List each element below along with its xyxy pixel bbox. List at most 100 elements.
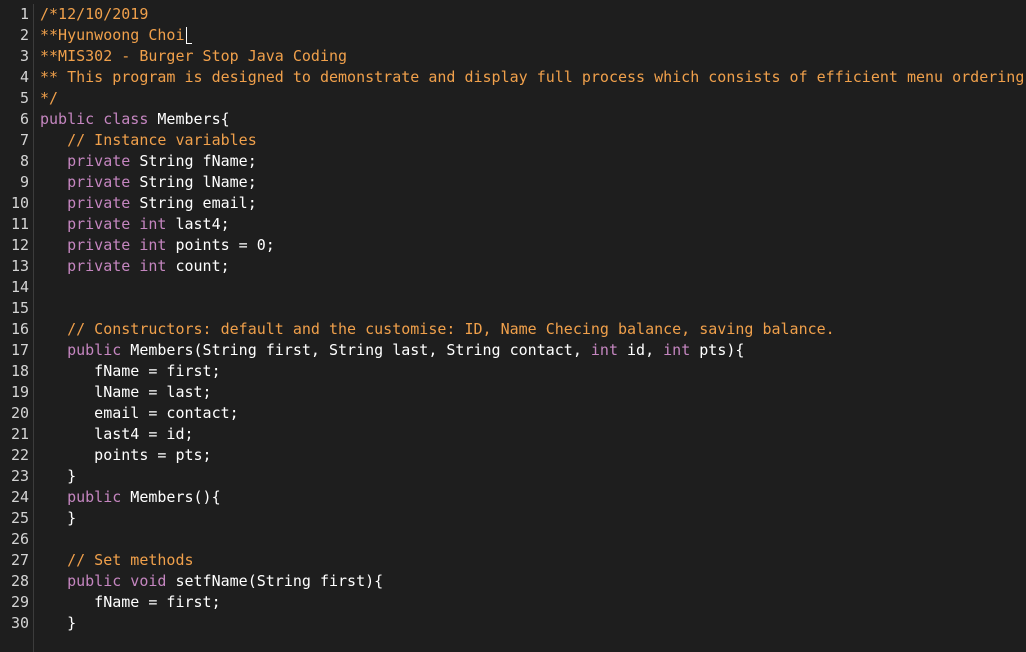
code-line[interactable]: fName = first; bbox=[40, 592, 1026, 613]
code-line[interactable]: public Members(String first, String last… bbox=[40, 340, 1026, 361]
code-text: points = pts; bbox=[40, 446, 212, 464]
code-text: setfName(String first){ bbox=[166, 572, 384, 590]
code-line[interactable] bbox=[40, 529, 1026, 550]
line-number-gutter: 1 2 3 4 5 6 7 8 9 10 11 12 13 14 15 16 17 18 19 20 21 22 23 24 2… bbox=[0, 4, 34, 652]
code-keyword: public bbox=[67, 341, 122, 359]
code-line[interactable]: email = contact; bbox=[40, 403, 1026, 424]
line-number: 26 bbox=[10, 530, 29, 548]
code-keyword: private bbox=[67, 152, 131, 170]
code-line[interactable]: **Hyunwoong Choi bbox=[40, 25, 1026, 46]
code-line[interactable]: // Instance variables bbox=[40, 130, 1026, 151]
code-line[interactable]: public class Members{ bbox=[40, 109, 1026, 130]
code-line[interactable]: // Constructors: default and the customi… bbox=[40, 319, 1026, 340]
code-comment: **Hyunwoong Choi bbox=[40, 26, 185, 44]
line-number: 25 bbox=[10, 509, 29, 527]
code-line[interactable]: private String lName; bbox=[40, 172, 1026, 193]
code-line[interactable]: private String email; bbox=[40, 193, 1026, 214]
code-text: Members{ bbox=[148, 110, 230, 128]
line-number: 5 bbox=[19, 89, 29, 107]
code-line[interactable]: **MIS302 - Burger Stop Java Coding bbox=[40, 46, 1026, 67]
line-number: 1 bbox=[19, 5, 29, 23]
code-keyword: private int bbox=[67, 257, 167, 275]
code-text: count; bbox=[166, 257, 230, 275]
code-text: last4 = id; bbox=[40, 425, 194, 443]
code-comment: **MIS302 - Burger Stop Java Coding bbox=[40, 47, 348, 65]
code-keyword: private int bbox=[67, 215, 167, 233]
code-text: fName = first; bbox=[40, 362, 221, 380]
code-line[interactable]: } bbox=[40, 613, 1026, 634]
code-area[interactable]: /*12/10/2019 **Hyunwoong Choi **MIS302 - B… bbox=[40, 4, 1026, 634]
code-line[interactable]: private int count; bbox=[40, 256, 1026, 277]
text-cursor bbox=[185, 27, 192, 44]
code-text: pts){ bbox=[690, 341, 745, 359]
code-text: Members(){ bbox=[121, 488, 221, 506]
code-text: id, bbox=[617, 341, 664, 359]
line-number: 19 bbox=[10, 383, 29, 401]
line-number: 4 bbox=[19, 68, 29, 86]
code-text: String fName; bbox=[130, 152, 257, 170]
code-line[interactable]: last4 = id; bbox=[40, 424, 1026, 445]
line-number: 23 bbox=[10, 467, 29, 485]
code-text: last4; bbox=[166, 215, 230, 233]
code-line[interactable]: // Set methods bbox=[40, 550, 1026, 571]
code-text: String email; bbox=[130, 194, 257, 212]
line-number: 2 bbox=[19, 26, 29, 44]
code-text: points = 0; bbox=[166, 236, 275, 254]
line-number: 11 bbox=[10, 215, 29, 233]
code-comment: */ bbox=[40, 89, 59, 107]
code-comment: // Instance variables bbox=[67, 131, 257, 149]
line-number: 28 bbox=[10, 572, 29, 590]
code-keyword: int bbox=[590, 341, 618, 359]
code-line[interactable] bbox=[40, 277, 1026, 298]
code-text: } bbox=[40, 467, 77, 485]
code-line[interactable]: ** This program is designed to demonstra… bbox=[40, 67, 1026, 88]
code-keyword: public bbox=[67, 488, 122, 506]
code-line[interactable]: private int last4; bbox=[40, 214, 1026, 235]
code-line[interactable]: public Members(){ bbox=[40, 487, 1026, 508]
code-comment: ** This program is designed to demonstra… bbox=[40, 68, 1025, 86]
code-keyword: private bbox=[67, 194, 131, 212]
code-line[interactable]: } bbox=[40, 508, 1026, 529]
line-number: 21 bbox=[10, 425, 29, 443]
code-line[interactable]: private String fName; bbox=[40, 151, 1026, 172]
code-line[interactable]: private int points = 0; bbox=[40, 235, 1026, 256]
code-text: Members(String first, String last, Strin… bbox=[121, 341, 591, 359]
code-keyword: private int bbox=[67, 236, 167, 254]
code-text: String lName; bbox=[130, 173, 257, 191]
line-number: 20 bbox=[10, 404, 29, 422]
line-number: 12 bbox=[10, 236, 29, 254]
code-line[interactable]: /*12/10/2019 bbox=[40, 4, 1026, 25]
code-editor[interactable]: 1 2 3 4 5 6 7 8 9 10 11 12 13 14 15 16 17 18 19 20 21 22 23 24 2… bbox=[0, 0, 1026, 652]
line-number: 10 bbox=[10, 194, 29, 212]
code-line[interactable]: fName = first; bbox=[40, 361, 1026, 382]
code-comment: // Constructors: default and the customi… bbox=[67, 320, 835, 338]
code-line[interactable] bbox=[40, 298, 1026, 319]
code-keyword: private bbox=[67, 173, 131, 191]
code-keyword: int bbox=[663, 341, 691, 359]
code-text: fName = first; bbox=[40, 593, 221, 611]
line-number: 24 bbox=[10, 488, 29, 506]
code-line[interactable]: } bbox=[40, 466, 1026, 487]
code-line[interactable]: lName = last; bbox=[40, 382, 1026, 403]
line-number: 29 bbox=[10, 593, 29, 611]
code-line[interactable]: points = pts; bbox=[40, 445, 1026, 466]
code-line[interactable]: public void setfName(String first){ bbox=[40, 571, 1026, 592]
line-number: 17 bbox=[10, 341, 29, 359]
line-number: 6 bbox=[19, 110, 29, 128]
line-number: 22 bbox=[10, 446, 29, 464]
code-line[interactable]: */ bbox=[40, 88, 1026, 109]
code-text: email = contact; bbox=[40, 404, 239, 422]
code-comment: // Set methods bbox=[67, 551, 194, 569]
line-number: 13 bbox=[10, 257, 29, 275]
code-keyword: public void bbox=[67, 572, 167, 590]
line-number: 18 bbox=[10, 362, 29, 380]
line-number: 27 bbox=[10, 551, 29, 569]
